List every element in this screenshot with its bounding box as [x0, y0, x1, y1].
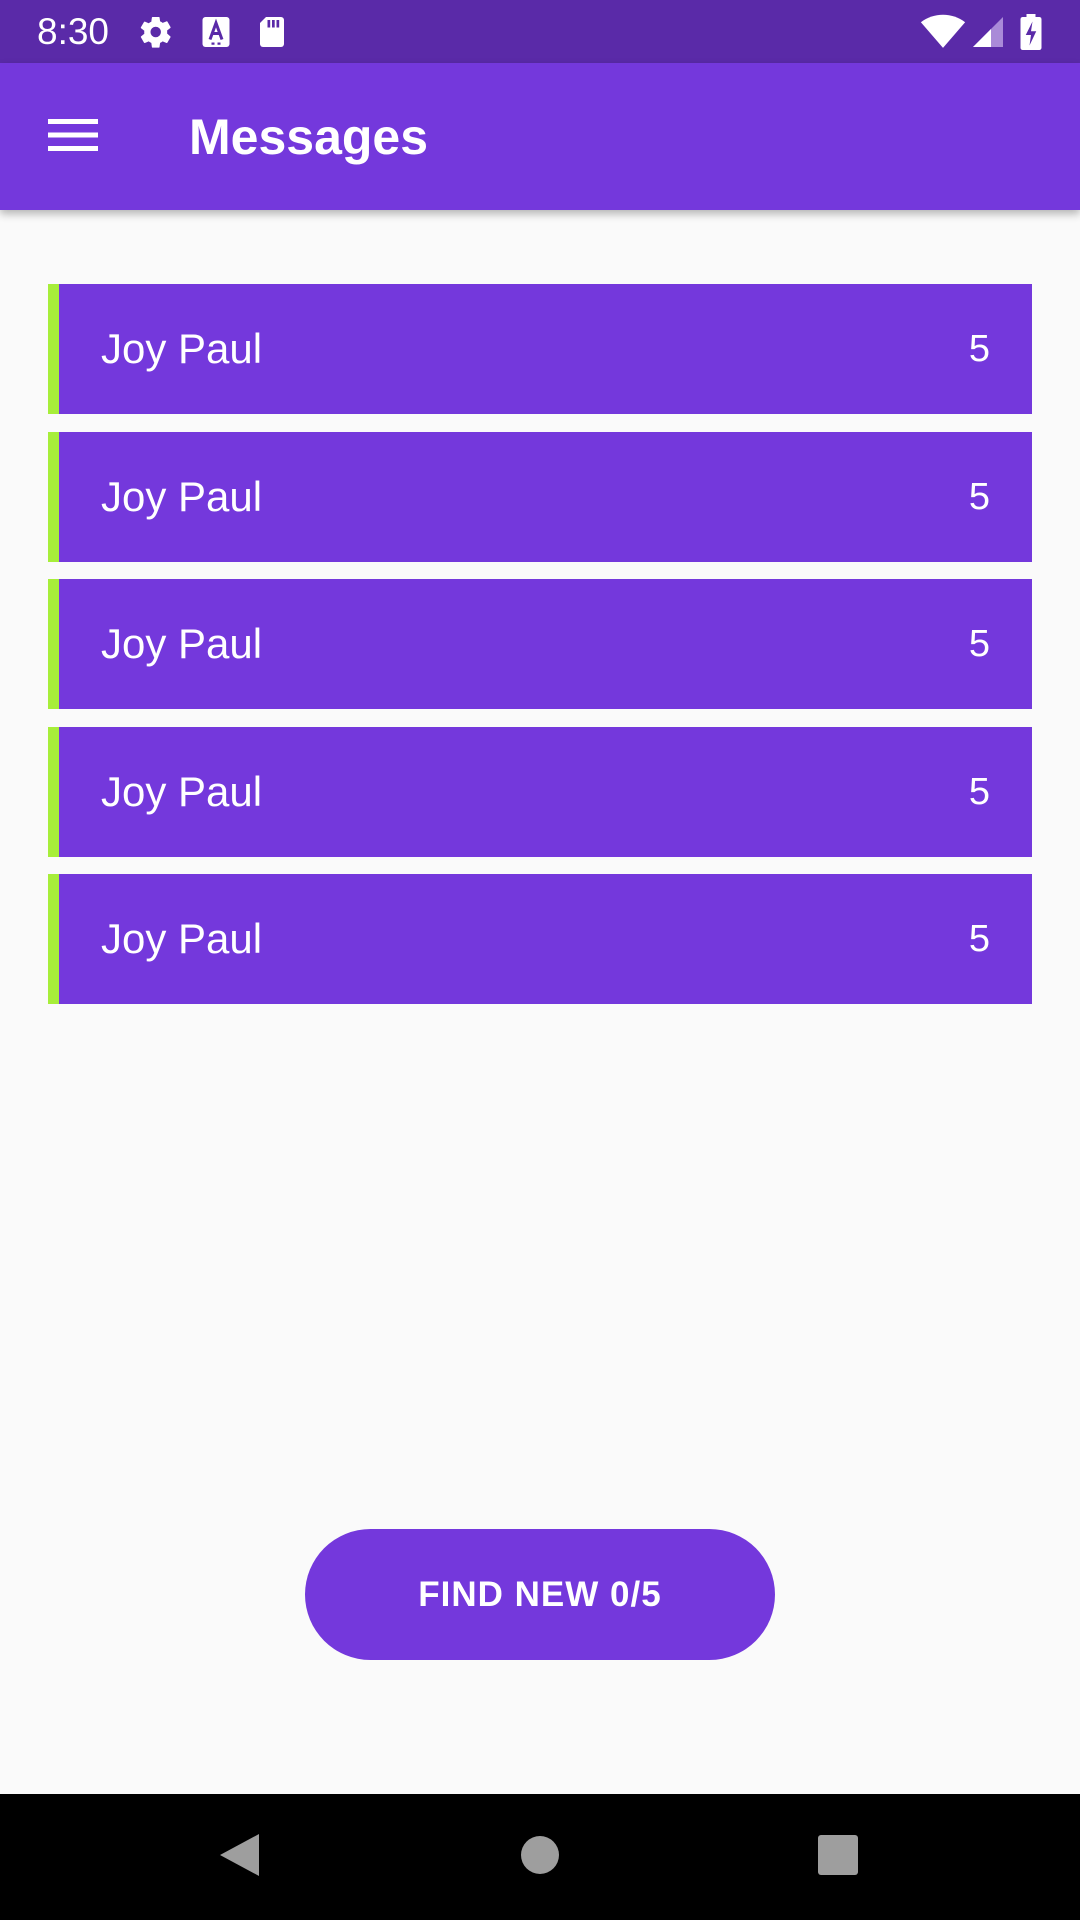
status-bar: 8:30 [0, 0, 1080, 63]
back-icon [217, 1831, 261, 1884]
home-button[interactable] [500, 1817, 580, 1897]
message-count: 5 [968, 328, 990, 370]
recents-icon [818, 1834, 858, 1880]
contact-name: Joy Paul [101, 767, 263, 815]
sd-card-icon [254, 14, 290, 50]
cell-signal-icon [970, 14, 1006, 50]
battery-charging-icon [1016, 14, 1046, 50]
contact-name: Joy Paul [101, 915, 263, 962]
messages-screen: 8:30 Messages Joy Paul 5 Joy Paul 5 Joy … [0, 0, 1080, 1920]
message-count: 5 [968, 770, 990, 813]
font-a-icon [198, 14, 234, 50]
app-bar: Messages [0, 63, 1080, 210]
message-list-item[interactable]: Joy Paul 5 [48, 579, 1032, 709]
message-count: 5 [968, 475, 990, 518]
message-list-item[interactable]: Joy Paul 5 [48, 874, 1032, 1004]
hamburger-menu-icon [48, 117, 98, 158]
gear-icon [138, 14, 174, 50]
contact-name: Joy Paul [101, 325, 263, 372]
find-new-button[interactable]: FIND NEW 0/5 [305, 1529, 775, 1660]
recents-button[interactable] [798, 1817, 878, 1897]
message-list: Joy Paul 5 Joy Paul 5 Joy Paul 5 Joy Pau… [48, 284, 1032, 1022]
wifi-icon [920, 14, 966, 50]
message-count: 5 [968, 918, 990, 960]
message-count: 5 [968, 623, 990, 665]
home-icon [520, 1835, 560, 1880]
status-time: 8:30 [37, 11, 110, 52]
menu-button[interactable] [34, 103, 112, 171]
page-title: Messages [189, 109, 429, 165]
back-button[interactable] [199, 1817, 279, 1897]
message-list-item[interactable]: Joy Paul 5 [48, 726, 1032, 857]
message-list-item[interactable]: Joy Paul 5 [48, 284, 1032, 414]
message-list-item[interactable]: Joy Paul 5 [48, 431, 1032, 562]
contact-name: Joy Paul [101, 620, 263, 667]
system-nav-bar [0, 1794, 1080, 1920]
contact-name: Joy Paul [101, 472, 263, 520]
